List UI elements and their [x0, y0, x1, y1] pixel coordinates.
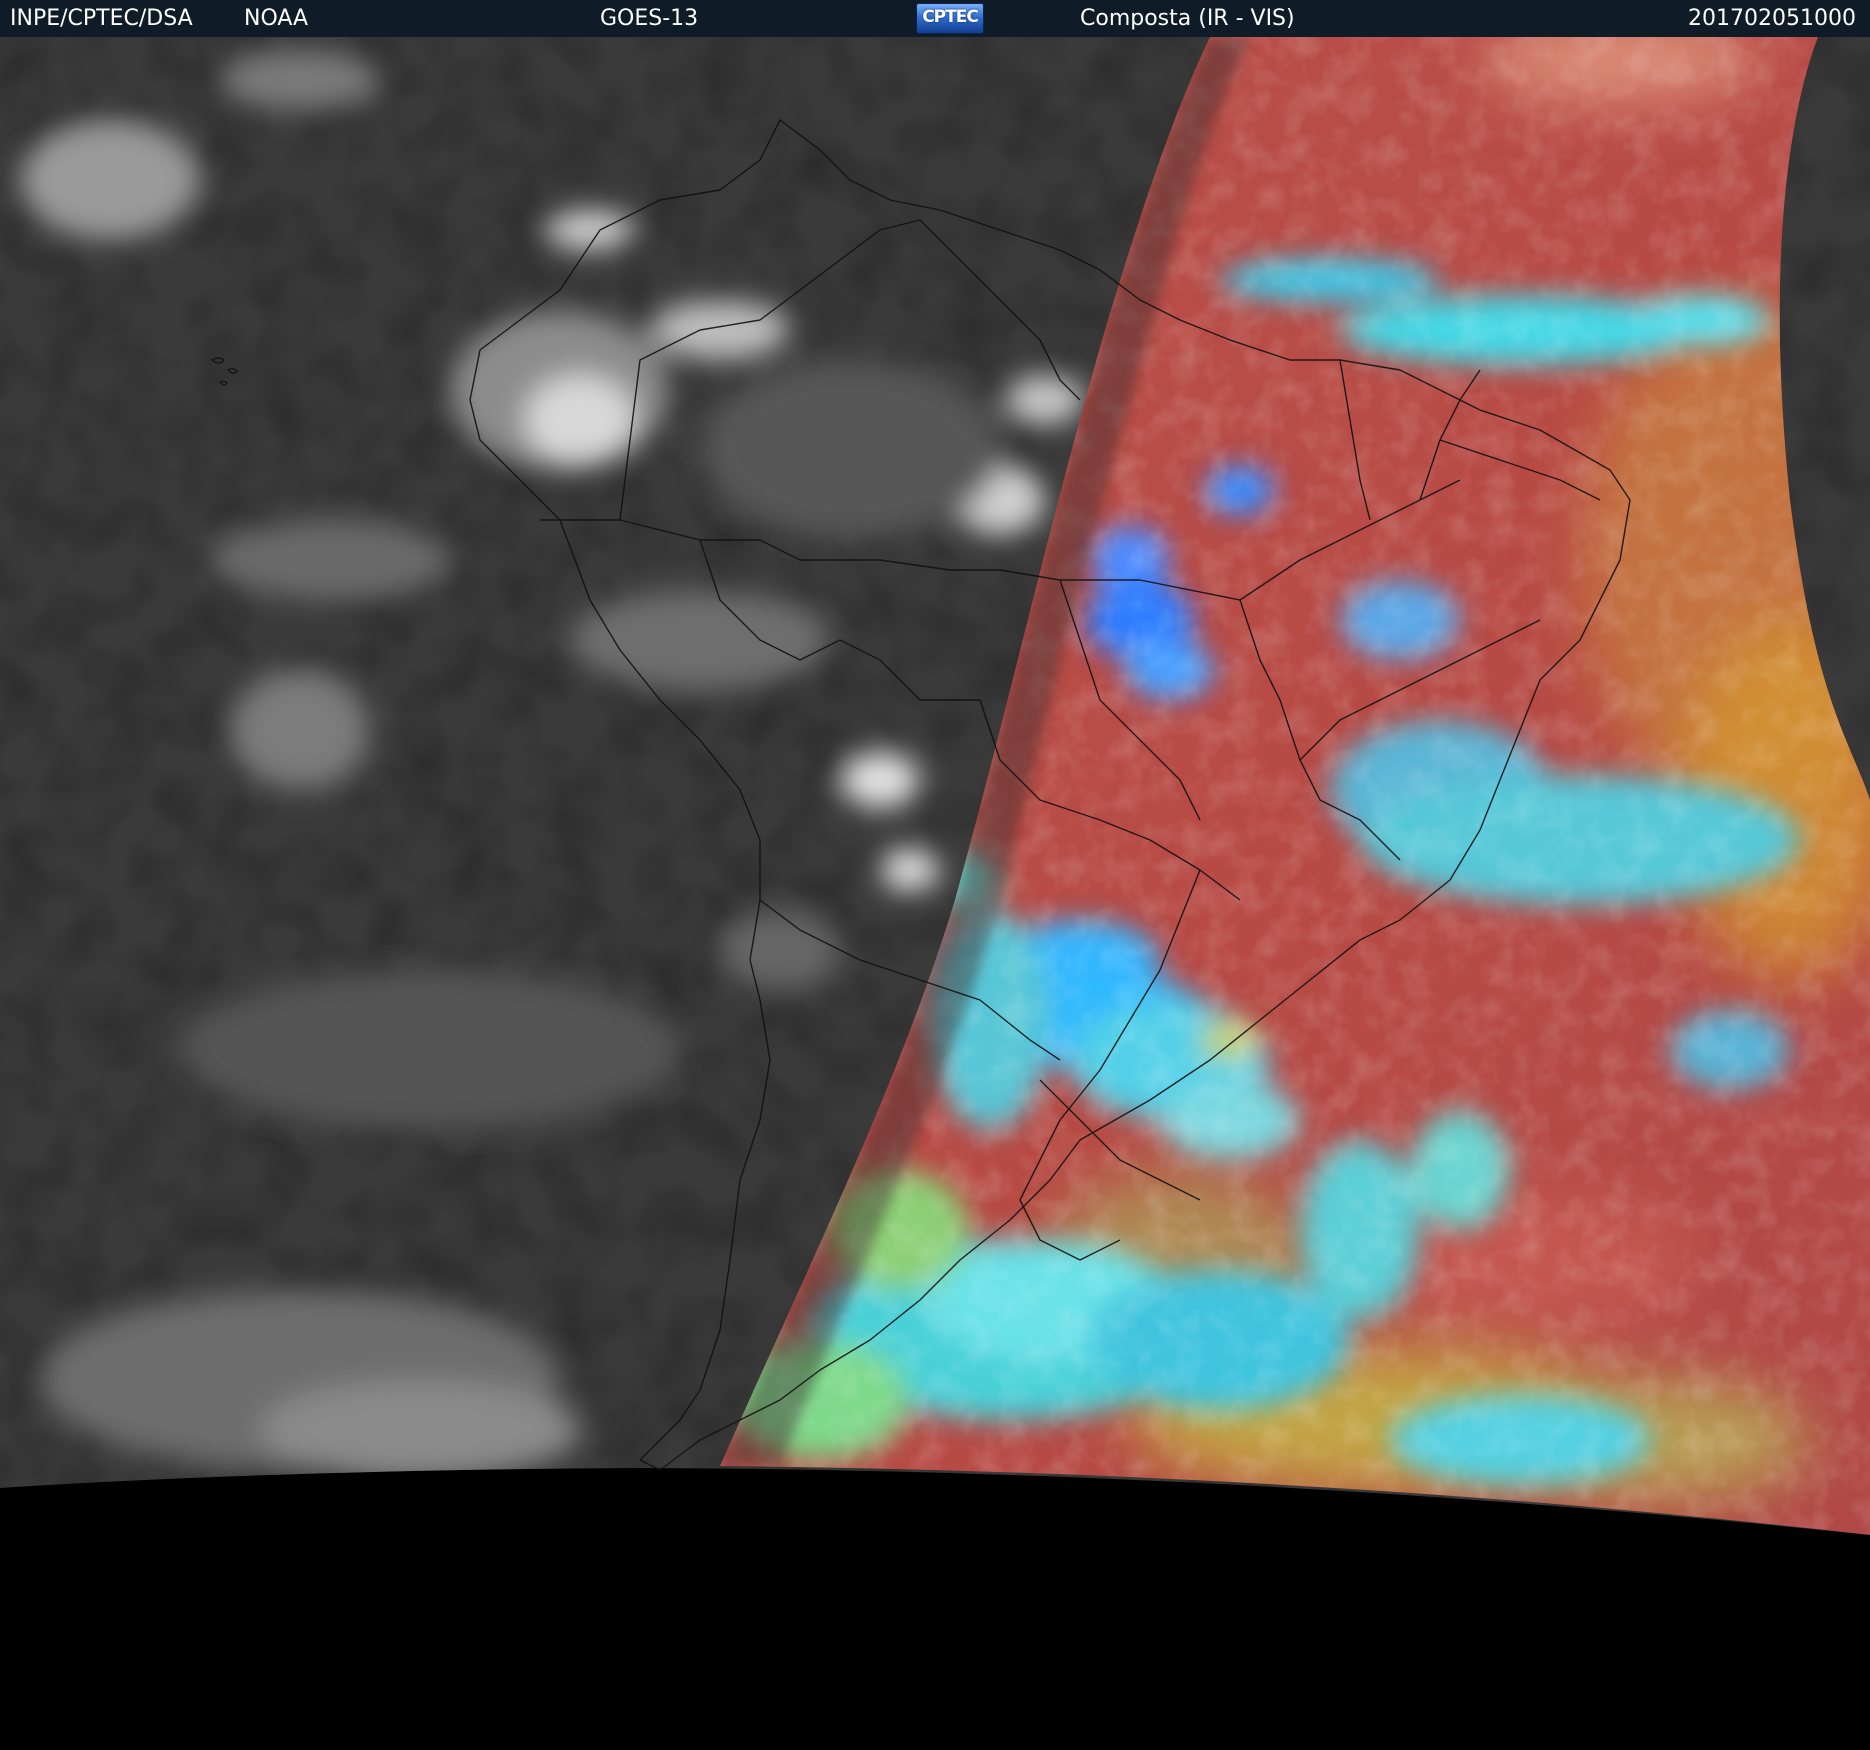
source-label: NOAA — [244, 6, 309, 31]
image-header-bar: INPE/CPTEC/DSA NOAA GOES-13 CPTEC Compos… — [0, 0, 1870, 37]
satellite-map — [0, 37, 1870, 1535]
timestamp-label: 201702051000 — [1688, 6, 1856, 31]
earth-disk — [0, 37, 1870, 1535]
satellite-image-frame: INPE/CPTEC/DSA NOAA GOES-13 CPTEC Compos… — [0, 0, 1870, 1750]
cptec-logo-text: CPTEC — [922, 7, 979, 27]
cptec-logo: CPTEC — [916, 3, 984, 34]
product-label: Composta (IR - VIS) — [1080, 6, 1295, 31]
satellite-label: GOES-13 — [600, 6, 699, 31]
organization-label: INPE/CPTEC/DSA — [10, 6, 193, 31]
